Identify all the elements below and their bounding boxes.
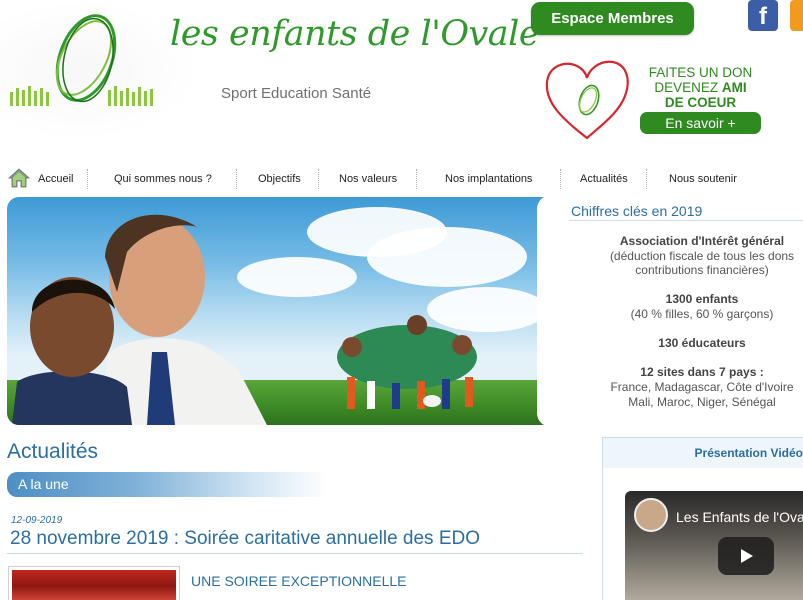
- divider: [7, 553, 583, 554]
- heart-icon: [545, 60, 629, 140]
- news-heading: Actualités: [7, 440, 99, 463]
- play-button[interactable]: [718, 537, 774, 575]
- key-figures-title: Chiffres clés en 2019: [571, 203, 703, 219]
- main-nav: Accueil Qui sommes nous ? Objectifs Nos …: [0, 165, 803, 193]
- stat-line: Association d'Intérêt général: [619, 234, 785, 248]
- featured-label: A la une: [18, 476, 69, 492]
- donation-line-2-strong: AMI: [721, 80, 747, 95]
- stat-line: 12 sites dans 7 pays :: [640, 365, 764, 379]
- news-thumbnail[interactable]: [8, 566, 180, 600]
- video-heading: Présentation Vidéo: [603, 438, 803, 468]
- nav-item-accueil[interactable]: Accueil: [38, 165, 73, 193]
- channel-avatar[interactable]: [634, 498, 668, 532]
- news-date: 12-09-2019: [11, 515, 63, 526]
- nav-separator: [236, 169, 237, 189]
- site-header: les enfants de l'Ovale Sport Education S…: [0, 0, 803, 150]
- learn-more-button[interactable]: En savoir +: [640, 112, 761, 134]
- nav-separator: [416, 169, 417, 189]
- rss-icon[interactable]: [790, 0, 803, 31]
- nav-item-nous-soutenir[interactable]: Nous soutenir: [669, 165, 737, 193]
- nav-separator: [646, 169, 647, 189]
- stat-line: contributions financières): [635, 263, 769, 277]
- news-subtitle[interactable]: UNE SOIREE EXCEPTIONNELLE: [191, 573, 407, 589]
- stat-line: 130 éducateurs: [658, 336, 746, 350]
- nav-item-qui-sommes-nous[interactable]: Qui sommes nous ?: [114, 165, 212, 193]
- nav-item-actualites[interactable]: Actualités: [580, 165, 628, 193]
- hero-banner: [7, 197, 580, 425]
- nav-item-nos-implantations[interactable]: Nos implantations: [445, 165, 532, 193]
- news-title-link[interactable]: 28 novembre 2019 : Soirée caritative ann…: [10, 528, 480, 550]
- stat-line: (déduction fiscale de tous les dons: [609, 249, 795, 263]
- stat-line: France, Madagascar, Côte d'Ivoire: [610, 380, 794, 394]
- donation-line-3: DE COEUR: [664, 95, 737, 110]
- divider: [569, 220, 803, 221]
- stat-line: 1300 enfants: [665, 292, 739, 306]
- hero-photo: [12, 214, 477, 425]
- nav-separator: [87, 169, 88, 189]
- nav-separator: [318, 169, 319, 189]
- nav-separator: [560, 169, 561, 189]
- donation-callout[interactable]: FAITES UN DON DEVENEZ AMI DE COEUR: [643, 65, 758, 110]
- facebook-icon[interactable]: f: [748, 0, 778, 31]
- donation-line-2-prefix: DEVENEZ: [654, 80, 719, 95]
- donation-line-2: DEVENEZ AMI: [643, 80, 758, 95]
- donation-line-1: FAITES UN DON: [648, 65, 753, 80]
- ovale-logo-icon[interactable]: [8, 8, 160, 112]
- brand-name[interactable]: les enfants de l'Ovale: [170, 14, 540, 54]
- nav-item-objectifs[interactable]: Objectifs: [258, 165, 301, 193]
- nav-item-nos-valeurs[interactable]: Nos valeurs: [339, 165, 397, 193]
- members-area-button[interactable]: Espace Membres: [531, 2, 694, 35]
- play-icon: [741, 549, 753, 563]
- stat-line: Mali, Maroc, Niger, Sénégal: [628, 395, 776, 409]
- tagline: Sport Education Santé: [221, 85, 372, 102]
- stat-line: (40 % filles, 60 % garçons): [630, 307, 774, 321]
- news-thumbnail-image: [12, 570, 176, 600]
- video-title[interactable]: Les Enfants de l'Ovale: [676, 509, 803, 525]
